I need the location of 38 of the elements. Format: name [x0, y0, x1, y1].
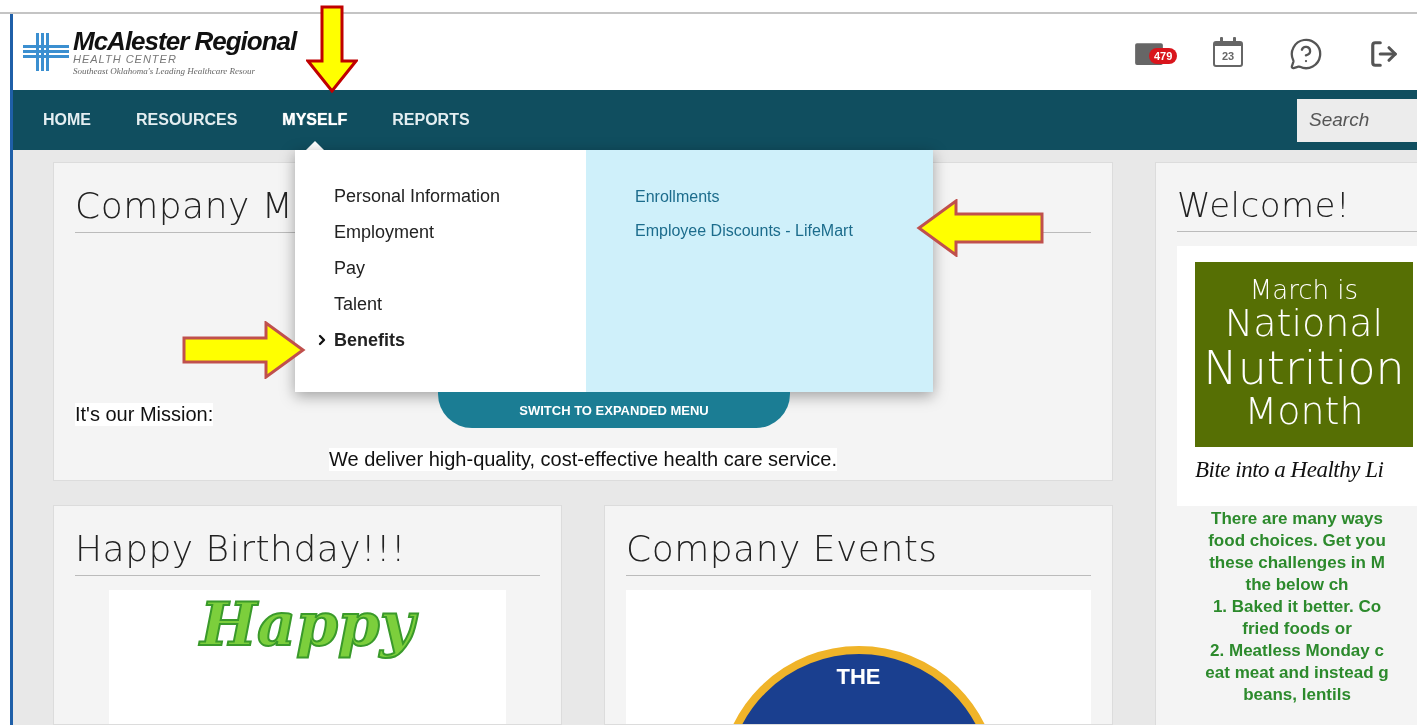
logout-icon[interactable]: [1369, 39, 1399, 69]
menu-item[interactable]: Pay: [334, 256, 586, 280]
card-title: Welcome!: [1177, 185, 1417, 232]
welcome-text-line: fried foods or: [1242, 618, 1352, 640]
logo-name: McAlester Regional: [73, 28, 297, 54]
help-icon[interactable]: [1289, 37, 1323, 71]
card-title: Company Events: [626, 528, 1091, 576]
welcome-text-line: beans, lentils: [1243, 684, 1351, 706]
poster-text: March is: [1249, 276, 1359, 305]
nav-item[interactable]: RESOURCES: [136, 90, 260, 150]
welcome-text-line: these challenges in M: [1209, 552, 1385, 574]
welcome-text-line: 2. Meatless Monday c: [1210, 640, 1384, 662]
submenu-link[interactable]: Enrollments: [635, 186, 720, 208]
cross-logo-icon: [23, 33, 69, 71]
menu-item[interactable]: Talent: [334, 292, 586, 316]
menu-item[interactable]: Personal Information: [334, 184, 586, 208]
welcome-text-line: There are many ways: [1211, 508, 1383, 530]
mission-label: It's our Mission:: [75, 403, 214, 426]
calendar-day: 23: [1221, 49, 1235, 62]
welcome-text-line: 1. Baked it better. Co: [1212, 596, 1382, 618]
menu-item[interactable]: Benefits: [334, 328, 586, 352]
welcome-text-line: eat meat and instead g: [1205, 662, 1389, 684]
mission-statement: We deliver high-quality, cost-effective health care service.: [329, 448, 837, 471]
welcome-text-line: the below ch: [1245, 574, 1349, 596]
poster-text: Month: [1244, 392, 1364, 433]
poster-text: Nutrition: [1203, 344, 1405, 393]
logo-subtitle: HEALTH CENTER: [73, 54, 178, 65]
switch-menu-button[interactable]: SWITCH TO EXPANDED MENU: [438, 392, 790, 428]
poster-script: Bite into a Healthy Li: [1195, 457, 1385, 483]
nav-item[interactable]: HOME: [43, 90, 113, 150]
search-field[interactable]: Search: [1297, 98, 1417, 142]
poster-text: National: [1224, 304, 1384, 344]
seal-text: THE: [836, 664, 881, 690]
logo-tagline: Southeast Oklahoma's Leading Healthcare Resour: [73, 67, 257, 76]
unread-badge: 479: [1149, 48, 1178, 64]
card-title: Happy Birthday!!!: [75, 528, 540, 576]
nav-item[interactable]: REPORTS: [392, 90, 492, 150]
welcome-text-line: food choices. Get you: [1208, 530, 1386, 552]
